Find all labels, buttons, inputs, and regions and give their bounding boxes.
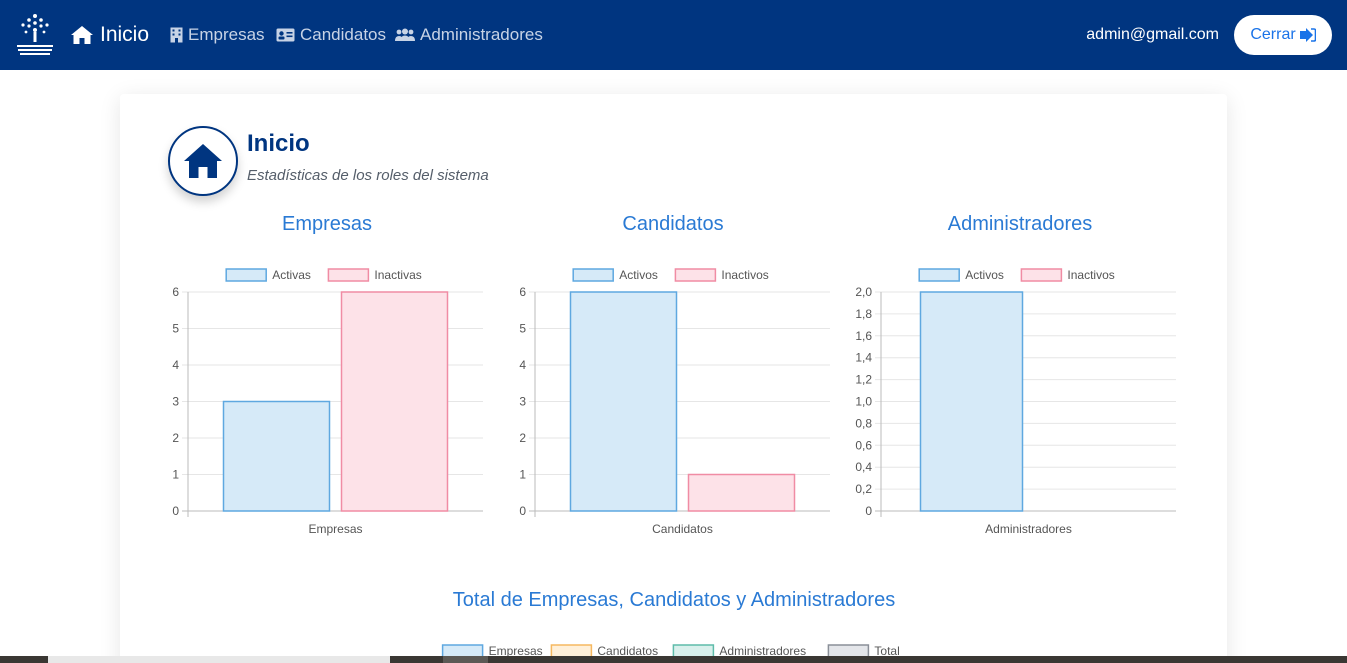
chart1-ytick-6: 6: [519, 285, 526, 299]
chart2-bar-0[interactable]: [919, 291, 1024, 512]
user-email: admin@gmail.com: [1086, 26, 1219, 43]
chart0-legend-swatch-0[interactable]: [225, 268, 267, 282]
chart1-ytick-0: 0: [519, 504, 526, 518]
chart1-legend-swatch-1[interactable]: [674, 268, 717, 282]
chart2-ytick-8: 1,6: [855, 329, 872, 343]
top-navbar: Inicio Empresas Candidatos Administrador…: [0, 0, 1347, 70]
nav-link-empresas[interactable]: Empresas: [170, 0, 265, 70]
chart2-ytick-2: 0,4: [855, 460, 872, 474]
page-title: Inicio: [247, 130, 310, 157]
chart1-legend-label-1[interactable]: Inactivos: [721, 268, 768, 282]
chart2-ytick-5: 1,0: [855, 395, 872, 409]
chart1-xtick-label: Candidatos: [652, 522, 713, 536]
chart1-bar-0[interactable]: [569, 291, 678, 512]
chart0-legend-label-0[interactable]: Activas: [272, 268, 311, 282]
chart2-xtick-label: Administradores: [985, 522, 1072, 536]
page-subtitle: Estadísticas de los roles del sistema: [247, 167, 489, 184]
chart2-ytick-3: 0,6: [855, 438, 872, 452]
chart1-legend-swatch-0[interactable]: [572, 268, 614, 282]
chart0-ytick-5: 5: [172, 322, 179, 336]
taskbar-search-box[interactable]: [48, 656, 390, 663]
nav-home-label: Inicio: [100, 23, 150, 46]
chart2-ytick-0: 0: [865, 504, 872, 518]
chart0-ytick-0: 0: [172, 504, 179, 518]
chart2-legend-label-1[interactable]: Inactivos: [1067, 268, 1114, 282]
id-card-icon: [276, 28, 295, 42]
building-icon: [170, 27, 183, 43]
chart-title-administradores: Administradores: [947, 213, 1093, 235]
chart2-ytick-1: 0,2: [855, 482, 872, 496]
chart2-ytick-4: 0,8: [855, 416, 872, 430]
chart1-ytick-5: 5: [519, 322, 526, 336]
logout-button[interactable]: Cerrar: [1234, 15, 1332, 55]
chart0-bar-0[interactable]: [222, 400, 331, 512]
chart0-ytick-6: 6: [172, 285, 179, 299]
chart0-ytick-2: 2: [172, 431, 179, 445]
home-icon: [71, 26, 93, 44]
bar-chart-administradores: Activos Inactivos 0 0,2 0,4 0,6 0,8 1,0 1,2 1,4 1,…: [855, 268, 1176, 536]
users-cog-icon: [395, 28, 415, 41]
chart2-ytick-6: 1,2: [855, 373, 872, 387]
sign-out-icon: [1299, 28, 1316, 42]
logout-button-label: Cerrar: [1250, 26, 1296, 43]
chart1-ytick-3: 3: [519, 395, 526, 409]
chart1-ytick-4: 4: [519, 358, 526, 372]
chart0-legend-label-1[interactable]: Inactivas: [374, 268, 421, 282]
bar-chart-empresas: Activas Inactivas 0 1 2 3 4 5 6 Empresas: [172, 268, 483, 536]
chart2-legend-label-0[interactable]: Activos: [965, 268, 1004, 282]
chart0-ytick-1: 1: [172, 468, 179, 482]
chart0-legend-swatch-1[interactable]: [327, 268, 370, 282]
chart1-legend-label-0[interactable]: Activos: [619, 268, 658, 282]
chart0-ytick-3: 3: [172, 395, 179, 409]
chart-title-empresas: Empresas: [281, 213, 373, 235]
nav-link-administradores-label: Administradores: [420, 25, 543, 44]
home-badge: [168, 126, 238, 196]
chart2-ytick-10: 2,0: [855, 285, 872, 299]
nav-link-administradores[interactable]: Administradores: [395, 0, 543, 70]
chart1-ytick-1: 1: [519, 468, 526, 482]
chart0-xtick-label: Empresas: [308, 522, 362, 536]
university-logo[interactable]: [12, 12, 58, 58]
nav-link-candidatos-label: Candidatos: [300, 25, 387, 44]
chart1-ytick-2: 2: [519, 431, 526, 445]
taskbar-app-button[interactable]: [443, 656, 488, 663]
home-icon: [184, 144, 222, 178]
chart2-ytick-7: 1,4: [855, 351, 872, 365]
bar-chart-candidatos: Activos Inactivos 0 1 2 3 4 5 6 Candidatos: [519, 268, 830, 536]
chart1-bar-1[interactable]: [687, 473, 796, 512]
chart0-bar-1[interactable]: [340, 291, 449, 512]
chart0-ytick-4: 4: [172, 358, 179, 372]
chart-title-total: Total de Empresas, Candidatos y Administ…: [452, 589, 896, 611]
nav-home-link[interactable]: Inicio: [70, 0, 149, 70]
chart-title-candidatos: Candidatos: [622, 213, 724, 235]
chart2-ytick-9: 1,8: [855, 307, 872, 321]
nav-link-empresas-label: Empresas: [188, 25, 265, 44]
chart2-legend-swatch-1[interactable]: [1020, 268, 1063, 282]
nav-link-candidatos[interactable]: Candidatos: [276, 0, 386, 70]
chart2-legend-swatch-0[interactable]: [918, 268, 960, 282]
